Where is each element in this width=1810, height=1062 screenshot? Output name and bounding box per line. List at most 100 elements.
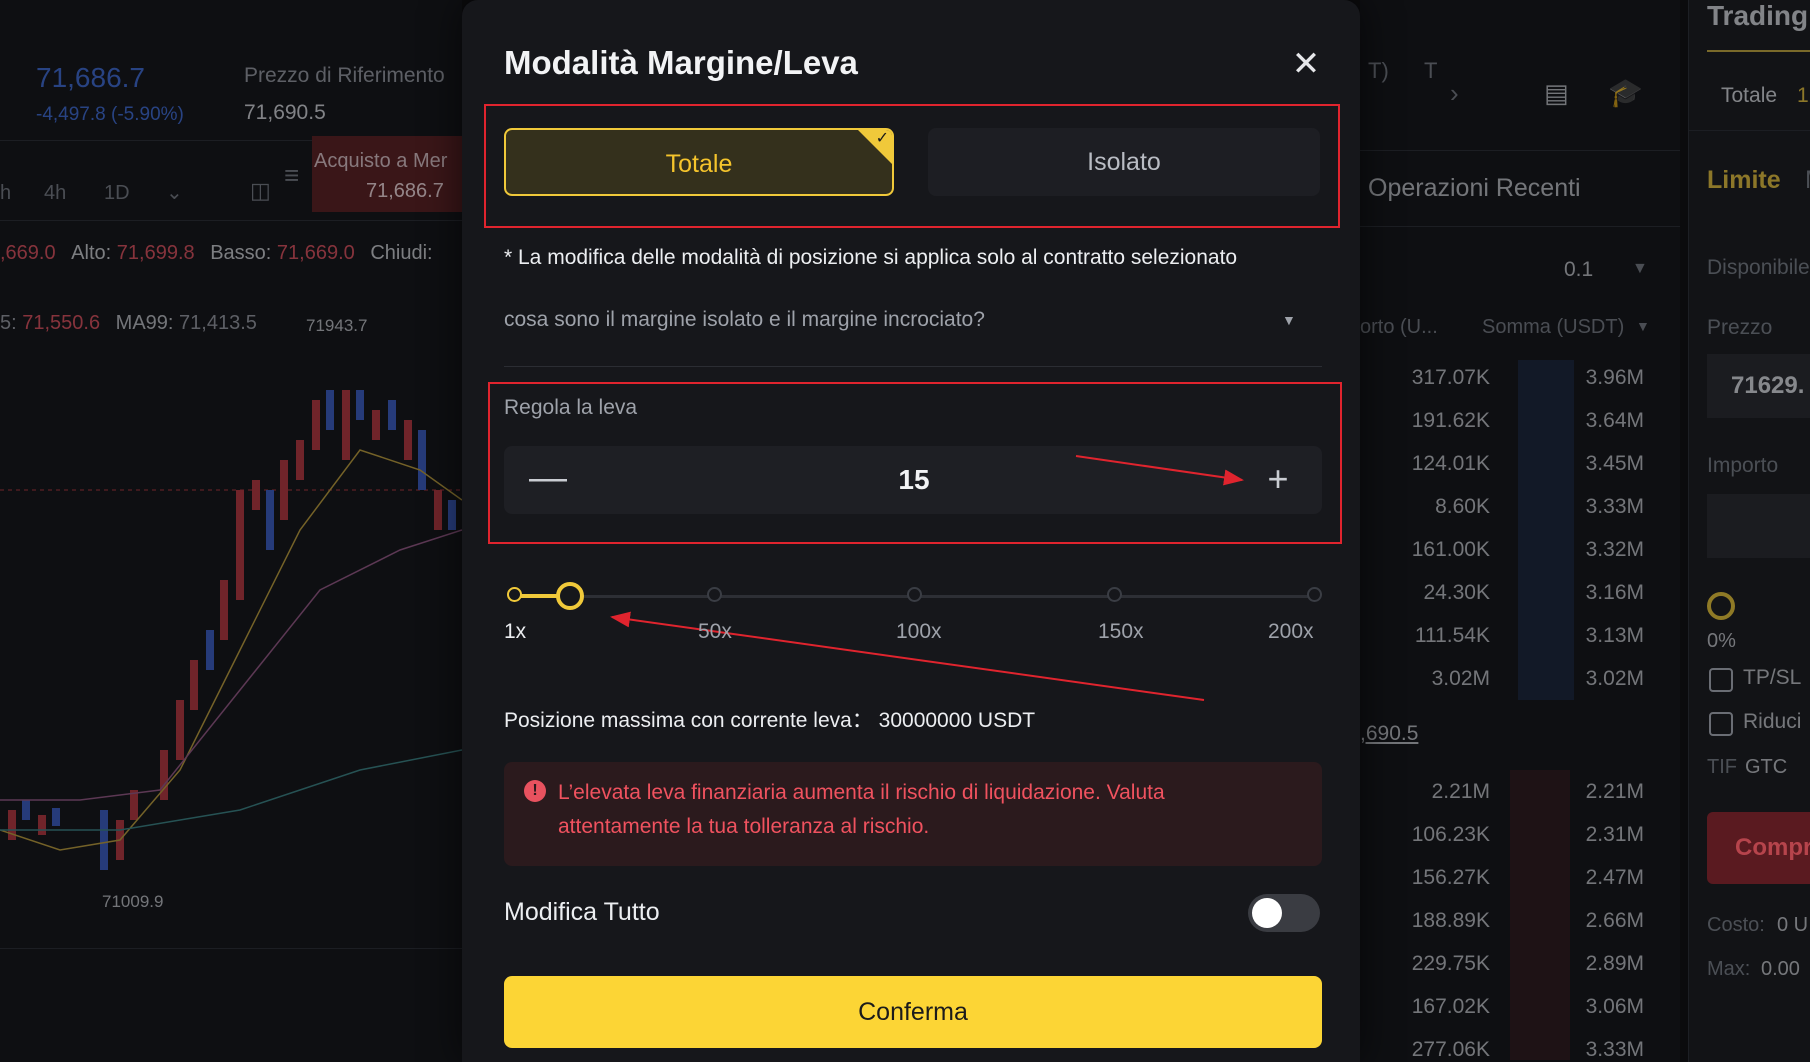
available-label: Disponibile xyxy=(1707,256,1810,279)
percent-slider-thumb[interactable] xyxy=(1707,592,1735,620)
interval-tab[interactable]: h xyxy=(0,182,11,205)
orderbook-amount: 3.02M xyxy=(1431,667,1490,690)
orderbook-sum: 3.45M xyxy=(1585,452,1644,475)
tick-label-100x: 100x xyxy=(896,620,942,643)
ohlc-high-label: Alto: xyxy=(71,242,112,264)
minus-icon[interactable]: — xyxy=(526,446,570,514)
order-type-next[interactable]: M xyxy=(1805,166,1810,195)
plus-icon[interactable]: + xyxy=(1256,446,1300,514)
slider-tick[interactable] xyxy=(707,587,722,602)
price-input[interactable]: 71629. xyxy=(1707,354,1810,418)
checkmark-icon: ✓ xyxy=(875,130,889,147)
cost-value: 0 U xyxy=(1777,914,1809,936)
modify-all-toggle[interactable] xyxy=(1248,894,1320,932)
menu-icon[interactable]: ≡ xyxy=(284,160,299,191)
orderbook-amount: 111.54K xyxy=(1414,624,1490,647)
ohlc-high: 71,699.8 xyxy=(116,242,195,264)
percent-label: 0% xyxy=(1707,630,1736,652)
orderbook-amount: 317.07K xyxy=(1411,366,1490,389)
mode-isolato-button[interactable]: Isolato xyxy=(928,128,1320,196)
recent-trades-tab[interactable]: Operazioni Recenti xyxy=(1368,174,1581,203)
orderbook-sum: 2.66M xyxy=(1585,909,1644,932)
leverage-label: Regola la leva xyxy=(504,396,638,419)
orderbook-sum: 3.02M xyxy=(1585,667,1644,690)
leverage-stepper: — 15 + xyxy=(504,446,1322,514)
divider xyxy=(1360,150,1680,151)
title-underline xyxy=(1707,50,1810,52)
market-buy-value: 71,686.7 xyxy=(366,180,444,202)
max-position-text: Posizione massima con corrente leva： 300… xyxy=(504,709,1036,732)
orderbook-sum: 3.96M xyxy=(1585,366,1644,389)
slider-thumb[interactable] xyxy=(556,582,584,610)
price-change: -4,497.8 (-5.90%) xyxy=(36,104,184,125)
tab-partial[interactable]: T) xyxy=(1368,58,1389,84)
alert-icon: ! xyxy=(524,780,546,802)
tif-select[interactable]: GTC xyxy=(1745,756,1787,779)
faq-expander[interactable]: cosa sono il margine isolato e il margin… xyxy=(504,308,985,332)
leverage-input[interactable]: 15 xyxy=(844,446,984,514)
tab-partial[interactable]: T xyxy=(1424,58,1437,84)
precision-select[interactable]: 0.1 xyxy=(1564,258,1593,282)
slider-tick[interactable] xyxy=(1307,587,1322,602)
orderbook-amount: 188.89K xyxy=(1411,909,1490,932)
candle-type-icon[interactable]: ◫ xyxy=(250,178,271,204)
last-price: 71,686.7 xyxy=(36,62,145,93)
chevron-down-icon[interactable]: ⌄ xyxy=(166,180,183,205)
orderbook-sum: 3.13M xyxy=(1585,624,1644,647)
slider-tick[interactable] xyxy=(507,587,522,602)
orderbook-panel: T) T › ▤ 🎓 Operazioni Recenti 0.1 ▼ orto… xyxy=(1360,0,1680,1062)
mid-price[interactable]: ,690.5 xyxy=(1360,722,1418,746)
leverage-slider[interactable] xyxy=(504,582,1322,612)
candles xyxy=(8,390,456,870)
interval-tab[interactable]: 1D xyxy=(104,182,130,205)
confirm-button[interactable]: Conferma xyxy=(504,976,1322,1048)
leverage-partial[interactable]: 1 xyxy=(1797,84,1809,108)
ohlc-open: ,669.0 xyxy=(0,242,56,264)
orderbook-sum: 3.32M xyxy=(1585,538,1644,561)
orderbook-sum: 2.21M xyxy=(1585,780,1644,803)
orderbook-amount: 229.75K xyxy=(1411,952,1490,975)
tick-label-200x: 200x xyxy=(1268,620,1314,643)
chart-panel: 71,686.7 -4,497.8 (-5.90%) Prezzo di Rif… xyxy=(0,0,462,1062)
modify-all-label: Modifica Tutto xyxy=(504,898,660,926)
graduation-cap-icon[interactable]: 🎓 xyxy=(1608,76,1643,109)
reduce-only-checkbox[interactable] xyxy=(1709,712,1733,736)
ref-price-label: Prezzo di Riferimento xyxy=(244,64,445,87)
depth-bar xyxy=(1518,360,1574,700)
slider-tick[interactable] xyxy=(1107,587,1122,602)
orderbook-sum: 3.33M xyxy=(1585,495,1644,518)
orderbook-amount: 167.02K xyxy=(1411,995,1490,1018)
market-buy-button[interactable]: Acquisto a Mer 71,686.7 xyxy=(312,136,462,212)
col-header-sum[interactable]: Somma (USDT) xyxy=(1482,316,1624,339)
chevron-down-icon[interactable]: ▼ xyxy=(1636,318,1650,334)
orderbook-amount: 106.23K xyxy=(1411,823,1490,846)
slider-tick[interactable] xyxy=(907,587,922,602)
tpsl-checkbox[interactable] xyxy=(1709,668,1733,692)
interval-tab[interactable]: 4h xyxy=(44,182,66,205)
chevron-right-icon[interactable]: › xyxy=(1450,78,1459,109)
orderbook-sum: 3.64M xyxy=(1585,409,1644,432)
buy-button-label: Compr xyxy=(1735,834,1810,861)
margin-mode-label[interactable]: Totale xyxy=(1721,84,1777,108)
ohlc-low: 71,669.0 xyxy=(276,242,355,264)
orderbook-amount: 8.60K xyxy=(1435,495,1490,518)
close-icon[interactable]: ✕ xyxy=(1288,46,1324,82)
calculator-icon[interactable]: ▤ xyxy=(1544,78,1569,109)
amount-label: Importo xyxy=(1707,454,1779,477)
orderbook-sum: 2.89M xyxy=(1585,952,1644,975)
depth-bar xyxy=(1510,770,1570,1060)
orderbook-sum: 2.31M xyxy=(1585,823,1644,846)
cost-label: Costo: xyxy=(1707,914,1765,936)
buy-button[interactable]: Compr xyxy=(1707,812,1810,884)
amount-input[interactable] xyxy=(1707,494,1810,558)
order-type-limit[interactable]: Limite xyxy=(1707,166,1781,195)
orderbook-amount: 124.01K xyxy=(1411,452,1490,475)
margin-leverage-dialog: Modalità Margine/Leva ✕ Totale ✓ Isolato… xyxy=(462,0,1360,1062)
reduce-only-label: Riduci xyxy=(1743,710,1802,733)
mode-totale-button[interactable]: Totale ✓ xyxy=(504,128,894,196)
toggle-knob xyxy=(1252,898,1282,928)
chevron-down-icon[interactable]: ▼ xyxy=(1632,260,1648,278)
col-header-amount: orto (U... xyxy=(1360,316,1438,338)
caret-down-icon[interactable]: ▼ xyxy=(1282,312,1296,328)
orderbook-amount: 191.62K xyxy=(1411,409,1490,432)
